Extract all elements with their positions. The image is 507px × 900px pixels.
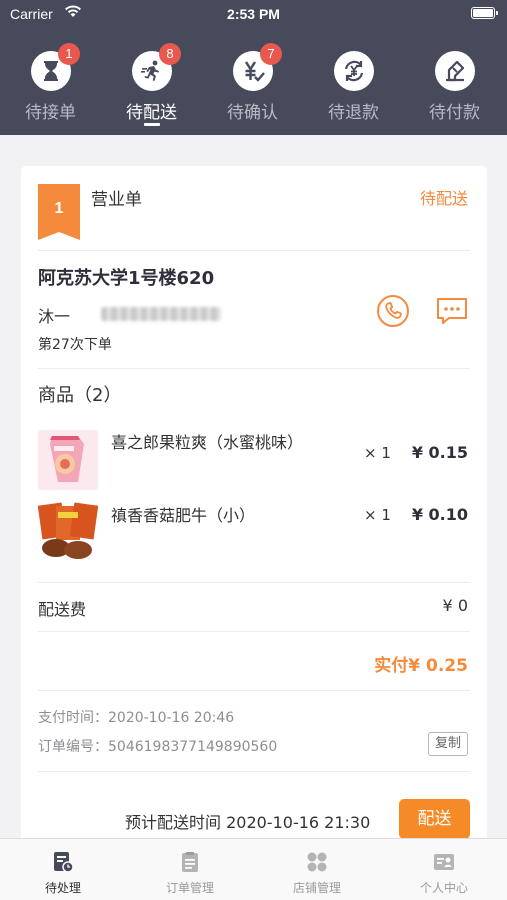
product-name: 喜之郎果粒爽（水蜜桃味） xyxy=(111,433,304,452)
customer-name: 沐一 xyxy=(38,307,71,326)
nav-profile[interactable]: 个人中心 xyxy=(381,839,507,900)
tab-badge: 7 xyxy=(260,43,282,65)
pending-icon xyxy=(54,852,74,873)
tab-pending-accept[interactable]: 1 待接单 xyxy=(0,38,101,135)
product-price: ¥ 0.15 xyxy=(411,443,468,462)
status-bar: Carrier 2:53 PM xyxy=(0,0,507,30)
divider xyxy=(38,250,470,251)
deliver-button[interactable]: 配送 xyxy=(399,799,470,839)
amount-paid: 实付¥ 0.25 xyxy=(374,656,468,676)
header: Carrier 2:53 PM 1 待接单 8 待配送 7 待确认 待退款 待付… xyxy=(0,0,507,135)
active-tab-indicator xyxy=(144,123,160,126)
estimated-delivery-time: 预计配送时间 2020-10-16 21:30 xyxy=(125,813,371,832)
delivery-fee-value: ¥ 0 xyxy=(442,596,468,615)
divider xyxy=(38,582,470,583)
payment-time: 支付时间：2020-10-16 20:46 xyxy=(38,710,235,726)
product-name: 禛香香菇肥牛（小） xyxy=(111,506,256,525)
divider xyxy=(38,368,470,369)
order-count: 第27次下单 xyxy=(38,337,112,353)
product-image xyxy=(38,502,98,562)
product-price: ¥ 0.10 xyxy=(411,505,468,524)
pay-icon xyxy=(435,51,475,91)
divider xyxy=(38,631,470,632)
tab-badge: 8 xyxy=(159,43,181,65)
message-button[interactable] xyxy=(435,294,469,328)
tab-pending-confirm[interactable]: 7 待确认 xyxy=(202,38,303,135)
nav-pending[interactable]: 待处理 xyxy=(0,839,126,900)
bottom-navigation: 待处理 订单管理 店铺管理 个人中心 xyxy=(0,838,507,900)
nav-store-management[interactable]: 店铺管理 xyxy=(254,839,380,900)
profile-icon xyxy=(434,854,454,870)
divider xyxy=(38,690,470,691)
nav-label: 待处理 xyxy=(44,881,81,895)
order-type: 营业单 xyxy=(91,190,142,210)
store-icon xyxy=(307,852,327,872)
order-index: 1 xyxy=(54,200,64,217)
delivery-address: 阿克苏大学1号楼620 xyxy=(38,268,215,289)
nav-order-management[interactable]: 订单管理 xyxy=(127,839,253,900)
tab-label: 待确认 xyxy=(227,103,278,123)
phone-icon xyxy=(377,295,409,327)
tab-pending-refund[interactable]: 待退款 xyxy=(303,38,404,135)
product-quantity: × 1 xyxy=(364,506,391,524)
orders-icon xyxy=(182,852,198,872)
clock: 2:53 PM xyxy=(227,6,280,22)
tab-label: 待付款 xyxy=(429,103,480,123)
order-number: 订单编号：5046198377149890560 xyxy=(38,739,278,755)
nav-label: 个人中心 xyxy=(419,881,468,895)
customer-phone-redacted xyxy=(101,307,221,321)
tab-label: 待配送 xyxy=(126,103,177,123)
nav-label: 订单管理 xyxy=(165,881,214,895)
call-button[interactable] xyxy=(376,294,410,328)
order-index-ribbon: 1 xyxy=(38,184,80,240)
chat-bubble-icon xyxy=(437,298,467,324)
order-card: 1 营业单 待配送 阿克苏大学1号楼620 沐一 第27次下单 商品（2） 喜之 xyxy=(21,166,487,846)
tab-pending-payment[interactable]: 待付款 xyxy=(404,38,505,135)
divider xyxy=(38,771,470,772)
yen-refund-icon xyxy=(334,51,374,91)
nav-label: 店铺管理 xyxy=(292,881,341,895)
goods-section-title: 商品（2） xyxy=(38,385,122,406)
tab-pending-delivery[interactable]: 8 待配送 xyxy=(101,38,202,135)
tab-label: 待接单 xyxy=(25,103,76,123)
tab-badge: 1 xyxy=(58,43,80,65)
product-image xyxy=(38,430,98,490)
order-status: 待配送 xyxy=(419,189,468,208)
tab-label: 待退款 xyxy=(328,103,379,123)
delivery-fee-label: 配送费 xyxy=(38,600,87,619)
copy-order-number-button[interactable]: 复制 xyxy=(428,732,468,756)
order-status-tabs: 1 待接单 8 待配送 7 待确认 待退款 待付款 xyxy=(0,38,507,135)
battery-icon xyxy=(471,7,498,19)
product-quantity: × 1 xyxy=(364,444,391,462)
